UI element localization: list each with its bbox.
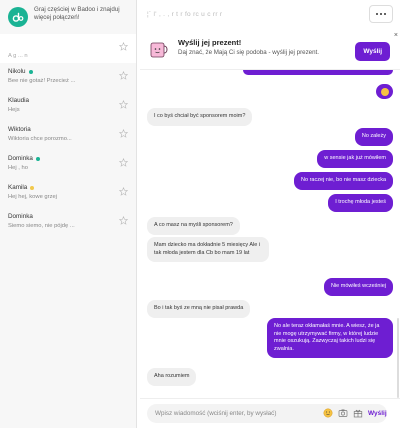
contact-item[interactable]: Klaudia Hejs xyxy=(0,92,136,121)
contact-name: Kamila xyxy=(8,184,28,191)
message-input[interactable] xyxy=(147,404,387,423)
chat-header: ¦´ l' , . , r t r fo rc u c rr r xyxy=(137,0,400,29)
message-bubble-out: I trochę młoda jesteś xyxy=(328,194,393,212)
contact-name: Wiktoria xyxy=(8,126,31,133)
message-bubble-out: w sensie jak już mówiłem xyxy=(317,150,393,168)
online-status-dot xyxy=(28,69,33,74)
emoji-icon[interactable] xyxy=(323,408,333,418)
badoo-logo-icon xyxy=(8,7,28,27)
message-bubble-out: No raczej nie, bo nie masz dziecka xyxy=(294,172,393,190)
sidebar: Graj częściej w Badoo i znajduj więcej p… xyxy=(0,0,137,428)
contact-item[interactable]: Dominka Hej , ho xyxy=(0,150,136,179)
message-bubble-out: No zależy xyxy=(354,128,393,146)
message-bubble-out: No ale teraz okłamałaś mnie. A wiesz, że… xyxy=(267,318,393,358)
away-status-dot xyxy=(30,185,35,190)
contact-preview: A g ... n xyxy=(8,53,28,59)
message-bubble-in: Bo i tak byś ze mną nie pisał prawda xyxy=(147,300,251,318)
message-bubble-out xyxy=(376,84,393,99)
contact-name: Klaudia xyxy=(8,97,30,104)
composer: Wyślij xyxy=(140,398,400,428)
star-icon[interactable] xyxy=(119,100,128,109)
gift-description: Daj znać, że Mają Ci się podoba - wyślij… xyxy=(178,49,319,56)
camera-icon[interactable] xyxy=(338,408,348,418)
message-bubble-in: I co byś chciał być sponsorem moim? xyxy=(147,108,253,126)
contact-name-blank xyxy=(8,40,42,50)
dot-icon xyxy=(376,13,378,15)
smile-emoji-icon xyxy=(380,87,389,96)
online-status-dot xyxy=(35,156,40,161)
contact-name: Nikolu xyxy=(8,68,26,75)
close-icon[interactable]: × xyxy=(394,32,398,39)
promo-banner[interactable]: Graj częściej w Badoo i znajduj więcej p… xyxy=(0,0,136,32)
contact-item[interactable]: Kamila Hej hej, kowe grzej xyxy=(0,179,136,208)
message-bubble-out: Nie mówiłeś wcześniej xyxy=(323,278,393,296)
send-gift-button[interactable]: Wyślij xyxy=(355,42,390,61)
star-icon[interactable] xyxy=(119,71,128,80)
dot-icon xyxy=(380,13,382,15)
contact-preview: Hej hej, kowe grzej xyxy=(8,194,57,200)
star-icon[interactable] xyxy=(119,187,128,196)
message-list[interactable]: I co byś chciał być sponsorem moim? No z… xyxy=(137,70,400,398)
contact-name: Dominka xyxy=(8,213,33,220)
contact-preview: Hej , ho xyxy=(8,165,28,171)
contact-item[interactable]: Dominka Siemo siemo, nie pójdę ... xyxy=(0,208,136,237)
chat-partner-name[interactable]: ¦´ l' , . , r t r fo rc u c rr r xyxy=(147,11,222,18)
contact-preview: Siemo siemo, nie pójdę ... xyxy=(8,223,75,229)
gift-banner: Wyślij jej prezent! Daj znać, że Mają Ci… xyxy=(140,30,400,70)
message-bubble-out xyxy=(243,70,393,75)
contact-preview: Wiktoria chce porozmo... xyxy=(8,136,72,142)
mug-icon xyxy=(150,42,168,58)
message-bubble-in: Aha rozumiem xyxy=(147,368,197,386)
contact-item[interactable]: Nikolu Bee nie gotaż! Przecież ... xyxy=(0,63,136,92)
send-button[interactable]: Wyślij xyxy=(368,410,387,417)
contact-item[interactable]: Wiktoria Wiktoria chce porozmo... xyxy=(0,121,136,150)
star-icon[interactable] xyxy=(119,158,128,167)
dot-icon xyxy=(384,13,386,15)
more-options-button[interactable] xyxy=(369,5,393,23)
star-icon[interactable] xyxy=(119,129,128,138)
contact-name: Dominka xyxy=(8,155,33,162)
contact-preview: Hejs xyxy=(8,107,20,113)
message-bubble-in: A co masz na myśli sponsorem? xyxy=(147,217,240,235)
gift-icon[interactable] xyxy=(353,408,363,418)
promo-text: Graj częściej w Badoo i znajduj więcej p… xyxy=(34,6,120,21)
gift-title: Wyślij jej prezent! xyxy=(178,38,242,47)
star-icon[interactable] xyxy=(119,216,128,225)
contact-item[interactable]: A g ... n xyxy=(0,34,136,63)
contact-preview: Bee nie gotaż! Przecież ... xyxy=(8,78,76,84)
message-bubble-in: Mam dziecko ma dokładnie 5 miesięcy Ale … xyxy=(147,237,269,262)
star-icon[interactable] xyxy=(119,42,128,51)
scrollbar[interactable] xyxy=(397,318,399,398)
